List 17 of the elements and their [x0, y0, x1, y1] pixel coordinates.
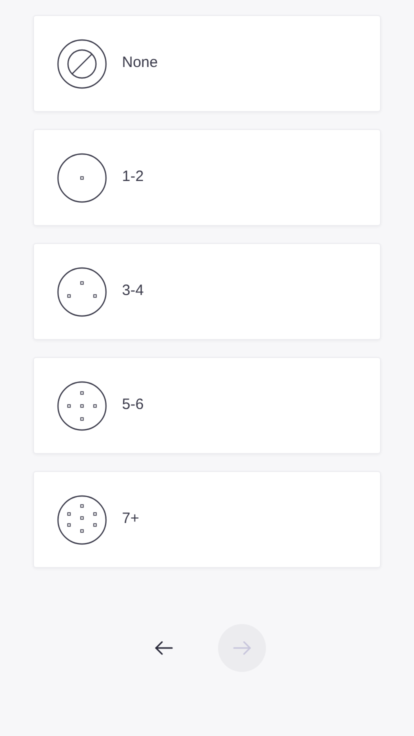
right-arrow-icon: [233, 641, 251, 655]
no-entry-icon: [57, 38, 107, 88]
option-label: None: [122, 53, 158, 74]
option-card[interactable]: None: [33, 15, 381, 112]
option-label: 5-6: [122, 395, 144, 416]
option-card[interactable]: 3-4: [33, 243, 381, 340]
option-card[interactable]: 7+: [33, 471, 381, 568]
dotted-circle-icon: [57, 266, 107, 316]
option-card[interactable]: 1-2: [33, 129, 381, 226]
option-label: 7+: [122, 509, 140, 530]
left-arrow-icon: [155, 641, 173, 655]
dotted-circle-icon: [57, 494, 107, 544]
dotted-circle-icon: [57, 152, 107, 202]
option-label: 1-2: [122, 167, 144, 188]
dotted-circle-icon: [57, 380, 107, 430]
option-label: 3-4: [122, 281, 144, 302]
option-card[interactable]: 5-6: [33, 357, 381, 454]
